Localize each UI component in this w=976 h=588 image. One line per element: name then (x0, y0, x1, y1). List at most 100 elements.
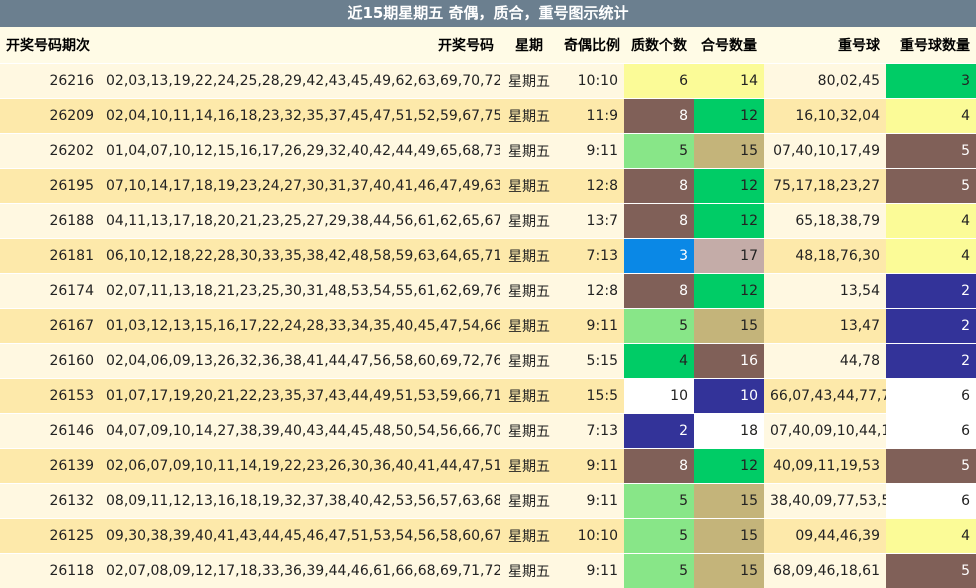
header-prime-count: 质数个数 (624, 27, 694, 64)
period-cell: 26167 (0, 309, 100, 344)
ratio-cell: 9:11 (558, 134, 624, 169)
prime-count-cell: 5 (624, 554, 694, 588)
table-title: 近15期星期五 奇偶，质合，重号图示统计 (0, 0, 976, 27)
repeat-balls-cell: 48,18,76,30 (764, 239, 886, 274)
period-cell: 26188 (0, 204, 100, 239)
repeat-count-cell: 2 (886, 274, 976, 309)
prime-count-cell: 8 (624, 449, 694, 484)
repeat-balls-cell: 16,10,32,04 (764, 99, 886, 134)
repeat-balls-cell: 40,09,11,19,53 (764, 449, 886, 484)
composite-count-cell: 12 (694, 99, 764, 134)
weekday-cell: 星期五 (500, 554, 558, 588)
prime-count-cell: 8 (624, 274, 694, 309)
statistics-table: 开奖号码期次 开奖号码 星期 奇偶比例 质数个数 合号数量 重号球 重号球数量 … (0, 27, 976, 588)
composite-count-cell: 15 (694, 519, 764, 554)
prime-count-cell: 5 (624, 134, 694, 169)
repeat-count-cell: 5 (886, 169, 976, 204)
prime-count-cell: 3 (624, 239, 694, 274)
weekday-cell: 星期五 (500, 519, 558, 554)
period-cell: 26118 (0, 554, 100, 588)
repeat-count-cell: 3 (886, 64, 976, 99)
repeat-count-cell: 5 (886, 134, 976, 169)
composite-count-cell: 18 (694, 414, 764, 449)
weekday-cell: 星期五 (500, 414, 558, 449)
period-cell: 26139 (0, 449, 100, 484)
period-cell: 26146 (0, 414, 100, 449)
repeat-count-cell: 6 (886, 484, 976, 519)
period-cell: 26202 (0, 134, 100, 169)
header-weekday: 星期 (500, 27, 558, 64)
table-row: 2613208,09,11,12,13,16,18,19,32,37,38,40… (0, 484, 976, 519)
ratio-cell: 10:10 (558, 64, 624, 99)
table-row: 2613902,06,07,09,10,11,14,19,22,23,26,30… (0, 449, 976, 484)
repeat-balls-cell: 75,17,18,23,27 (764, 169, 886, 204)
composite-count-cell: 10 (694, 379, 764, 414)
table-row: 2615301,07,17,19,20,21,22,23,35,37,43,44… (0, 379, 976, 414)
repeat-balls-cell: 68,09,46,18,61 (764, 554, 886, 588)
ratio-cell: 13:7 (558, 204, 624, 239)
repeat-count-cell: 5 (886, 449, 976, 484)
weekday-cell: 星期五 (500, 309, 558, 344)
numbers-cell: 07,10,14,17,18,19,23,24,27,30,31,37,40,4… (100, 169, 500, 204)
ratio-cell: 7:13 (558, 414, 624, 449)
prime-count-cell: 8 (624, 99, 694, 134)
composite-count-cell: 12 (694, 169, 764, 204)
table-row: 2617402,07,11,13,18,21,23,25,30,31,48,53… (0, 274, 976, 309)
weekday-cell: 星期五 (500, 449, 558, 484)
numbers-cell: 02,07,11,13,18,21,23,25,30,31,48,53,54,5… (100, 274, 500, 309)
repeat-count-cell: 6 (886, 379, 976, 414)
repeat-count-cell: 4 (886, 204, 976, 239)
numbers-cell: 04,11,13,17,18,20,21,23,25,27,29,38,44,5… (100, 204, 500, 239)
table-row: 2612509,30,38,39,40,41,43,44,45,46,47,51… (0, 519, 976, 554)
ratio-cell: 10:10 (558, 519, 624, 554)
weekday-cell: 星期五 (500, 484, 558, 519)
period-cell: 26132 (0, 484, 100, 519)
repeat-balls-cell: 66,07,43,44,77,78 (764, 379, 886, 414)
table-row: 2616002,04,06,09,13,26,32,36,38,41,44,47… (0, 344, 976, 379)
period-cell: 26125 (0, 519, 100, 554)
ratio-cell: 12:8 (558, 169, 624, 204)
repeat-count-cell: 5 (886, 554, 976, 588)
header-repeat-balls: 重号球 (764, 27, 886, 64)
table-row: 2616701,03,12,13,15,16,17,22,24,28,33,34… (0, 309, 976, 344)
prime-count-cell: 5 (624, 484, 694, 519)
prime-count-cell: 10 (624, 379, 694, 414)
weekday-cell: 星期五 (500, 344, 558, 379)
header-odd-even-ratio: 奇偶比例 (558, 27, 624, 64)
repeat-balls-cell: 09,44,46,39 (764, 519, 886, 554)
repeat-balls-cell: 13,54 (764, 274, 886, 309)
table-row: 2614604,07,09,10,14,27,38,39,40,43,44,45… (0, 414, 976, 449)
ratio-cell: 9:11 (558, 309, 624, 344)
table-row: 2618106,10,12,18,22,28,30,33,35,38,42,48… (0, 239, 976, 274)
repeat-balls-cell: 07,40,09,10,44,14 (764, 414, 886, 449)
weekday-cell: 星期五 (500, 379, 558, 414)
ratio-cell: 9:11 (558, 449, 624, 484)
repeat-balls-cell: 13,47 (764, 309, 886, 344)
repeat-count-cell: 6 (886, 414, 976, 449)
composite-count-cell: 15 (694, 554, 764, 588)
numbers-cell: 01,04,07,10,12,15,16,17,26,29,32,40,42,4… (100, 134, 500, 169)
composite-count-cell: 12 (694, 204, 764, 239)
period-cell: 26160 (0, 344, 100, 379)
ratio-cell: 9:11 (558, 554, 624, 588)
numbers-cell: 08,09,11,12,13,16,18,19,32,37,38,40,42,5… (100, 484, 500, 519)
prime-count-cell: 5 (624, 309, 694, 344)
period-cell: 26216 (0, 64, 100, 99)
header-composite-count: 合号数量 (694, 27, 764, 64)
ratio-cell: 5:15 (558, 344, 624, 379)
period-cell: 26181 (0, 239, 100, 274)
numbers-cell: 01,07,17,19,20,21,22,23,35,37,43,44,49,5… (100, 379, 500, 414)
composite-count-cell: 15 (694, 309, 764, 344)
weekday-cell: 星期五 (500, 64, 558, 99)
weekday-cell: 星期五 (500, 99, 558, 134)
weekday-cell: 星期五 (500, 134, 558, 169)
table-row: 2611802,07,08,09,12,17,18,33,36,39,44,46… (0, 554, 976, 588)
repeat-balls-cell: 80,02,45 (764, 64, 886, 99)
table-row: 2620902,04,10,11,14,16,18,23,32,35,37,45… (0, 99, 976, 134)
table-row: 2621602,03,13,19,22,24,25,28,29,42,43,45… (0, 64, 976, 99)
table-body: 2621602,03,13,19,22,24,25,28,29,42,43,45… (0, 64, 976, 588)
period-cell: 26209 (0, 99, 100, 134)
weekday-cell: 星期五 (500, 204, 558, 239)
prime-count-cell: 5 (624, 519, 694, 554)
numbers-cell: 01,03,12,13,15,16,17,22,24,28,33,34,35,4… (100, 309, 500, 344)
